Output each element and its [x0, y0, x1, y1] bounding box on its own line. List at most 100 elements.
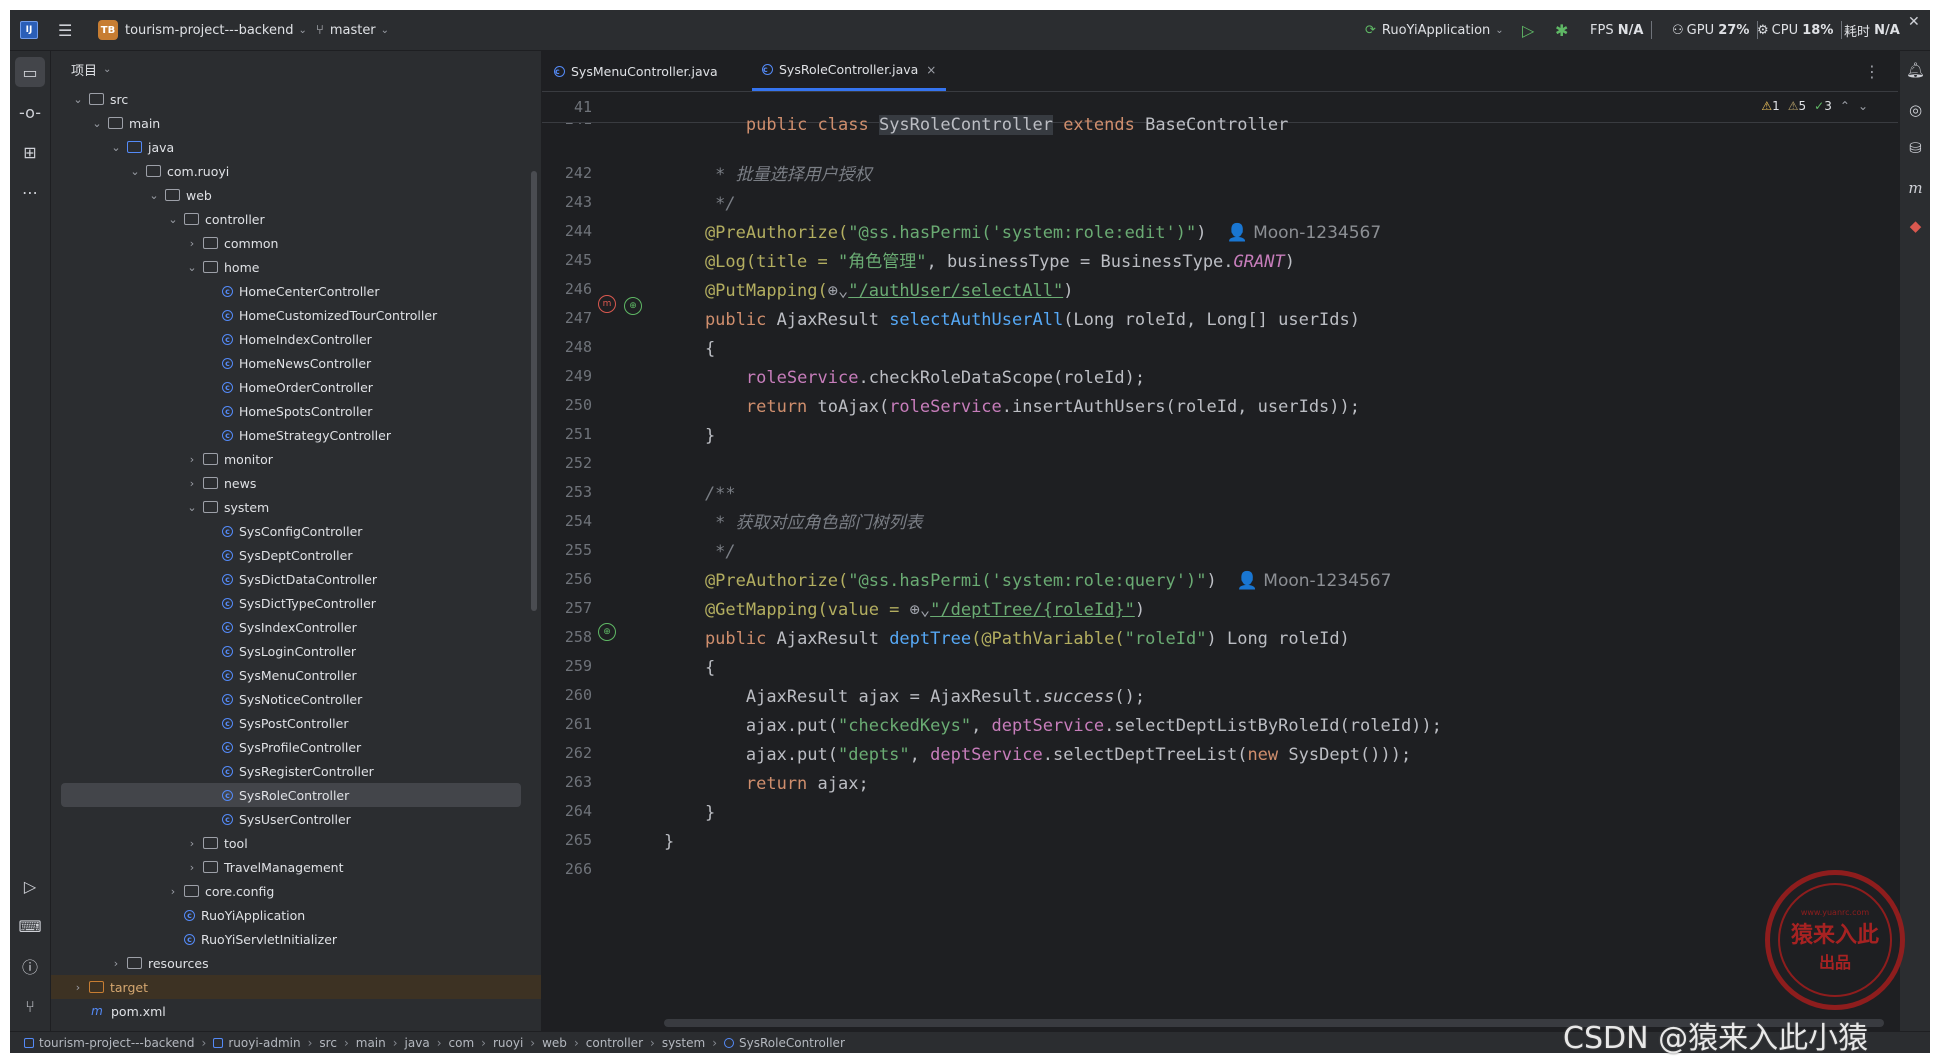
tree-item[interactable]: ⌄ controller [51, 207, 531, 231]
author-hint[interactable]: 👤 Moon-1234567 [1237, 571, 1392, 591]
database-icon[interactable]: ⛁ [1900, 133, 1930, 163]
tree-item[interactable]: ⌄ com.ruoyi [51, 159, 531, 183]
breadcrumb-item[interactable]: com [449, 1036, 475, 1050]
chevron-down-icon[interactable]: ⌄ [1858, 99, 1868, 113]
tree-item[interactable]: c SysDictDataController [51, 567, 531, 591]
endpoint-icon[interactable]: ⊕ [624, 297, 642, 315]
chevron-down-icon[interactable]: ⌄ [185, 261, 199, 274]
git-icon[interactable]: ⑂ [15, 991, 45, 1021]
breadcrumb-item[interactable]: ruoyi-admin [213, 1036, 301, 1050]
code-area[interactable]: * 批量选择用户授权 */ @PreAuthorize("@ss.hasPerm… [664, 123, 1864, 1023]
tree-item[interactable]: c HomeSpotsController [51, 399, 531, 423]
tree-item[interactable]: › tool [51, 831, 531, 855]
project-switcher[interactable]: TB tourism-project---backend ⌄ [98, 10, 307, 50]
tree-item[interactable]: c RuoYiServletInitializer [51, 927, 531, 951]
structure-icon[interactable]: ⊞ [15, 137, 45, 167]
close-window-icon[interactable]: ✕ [1908, 10, 1920, 42]
chevron-right-icon[interactable]: › [71, 981, 85, 994]
tree-item[interactable]: ⌄ main [51, 111, 531, 135]
chevron-down-icon[interactable]: ⌄ [90, 117, 104, 130]
chevron-down-icon[interactable]: ⌄ [128, 165, 142, 178]
tree-item[interactable]: c SysUserController [51, 807, 531, 831]
breadcrumb-item[interactable]: src [319, 1036, 337, 1050]
plugin-icon[interactable]: ◆ [1900, 211, 1930, 241]
tree-item[interactable]: c SysConfigController [51, 519, 531, 543]
breadcrumb-item[interactable]: ruoyi [493, 1036, 523, 1050]
tree-item[interactable]: c SysPostController [51, 711, 531, 735]
tree-item[interactable]: ⌄ home [51, 255, 531, 279]
notifications-icon[interactable]: 🔔︎ [1900, 55, 1930, 85]
services-icon[interactable]: ▷ [15, 871, 45, 901]
chevron-right-icon[interactable]: › [185, 477, 199, 490]
breadcrumb-item[interactable]: web [542, 1036, 567, 1050]
breadcrumb-item[interactable]: tourism-project---backend [24, 1036, 195, 1050]
tree-item[interactable]: ⌄ src [51, 87, 531, 111]
tree-item[interactable]: ⌄ web [51, 183, 531, 207]
run-icon[interactable]: ▷ [1522, 10, 1534, 50]
tree-item[interactable]: › target [51, 975, 541, 999]
tree-item[interactable]: c SysDictTypeController [51, 591, 531, 615]
tree-item[interactable]: c SysRegisterController [51, 759, 531, 783]
main-menu-icon[interactable]: ☰ [58, 10, 72, 50]
more-actions-icon[interactable]: ⋮ [1864, 51, 1880, 91]
chevron-down-icon[interactable]: ⌄ [109, 141, 123, 154]
tree-item[interactable]: c SysMenuController [51, 663, 531, 687]
run-config-selector[interactable]: ⟳ RuoYiApplication ⌄ [1365, 10, 1504, 50]
chevron-right-icon[interactable]: › [185, 453, 199, 466]
chevron-down-icon[interactable]: ⌄ [185, 501, 199, 514]
tree-item[interactable]: c SysNoticeController [51, 687, 531, 711]
tree-item[interactable]: ⌄ system [51, 495, 531, 519]
chevron-up-icon[interactable]: ⌃ [1840, 99, 1850, 113]
author-hint[interactable]: 👤 Moon-1234567 [1226, 223, 1381, 243]
tab-sysrolecontroller[interactable]: c SysRoleController.java × [752, 51, 947, 91]
chevron-right-icon[interactable]: › [166, 885, 180, 898]
tree-item[interactable]: c SysProfileController [51, 735, 531, 759]
tree-item[interactable]: › monitor [51, 447, 531, 471]
tree-item[interactable]: › TravelManagement [51, 855, 531, 879]
more-tools-icon[interactable]: ⋯ [15, 177, 45, 207]
chevron-down-icon[interactable]: ⌄ [166, 213, 180, 226]
tree-scrollbar[interactable] [531, 171, 537, 611]
tree-item[interactable]: ⌄ java [51, 135, 531, 159]
chevron-right-icon[interactable]: › [185, 837, 199, 850]
inspection-widget[interactable]: ⚠1 ⚠5 ✓3 ⌃ ⌄ [1761, 99, 1868, 113]
app-logo-icon[interactable]: IJ [20, 10, 38, 50]
tree-item[interactable]: › news [51, 471, 531, 495]
debug-icon[interactable]: ✱ [1555, 10, 1568, 50]
breadcrumb-item[interactable]: main [356, 1036, 386, 1050]
ai-assistant-icon[interactable]: ◎ [1900, 95, 1930, 125]
project-folder-icon[interactable]: ▭ [15, 57, 45, 87]
tree-item[interactable]: c HomeNewsController [51, 351, 531, 375]
tree-item[interactable]: › resources [51, 951, 531, 975]
commit-icon[interactable]: -o- [15, 97, 45, 127]
chevron-right-icon[interactable]: › [185, 861, 199, 874]
endpoint-icon[interactable]: ⊕ [598, 623, 616, 641]
terminal-icon[interactable]: ⌨ [15, 911, 45, 941]
problems-icon[interactable]: ⓘ [15, 951, 45, 981]
tree-item[interactable]: m pom.xml [51, 999, 531, 1023]
tree-item[interactable]: c HomeCustomizedTourController [51, 303, 531, 327]
branch-switcher[interactable]: ⑂ master ⌄ [316, 10, 389, 50]
tree-item[interactable]: › common [51, 231, 531, 255]
tree-item[interactable]: c HomeOrderController [51, 375, 531, 399]
chevron-right-icon[interactable]: › [109, 957, 123, 970]
tree-item[interactable]: c SysDeptController [51, 543, 531, 567]
breakpoint-icon[interactable]: m [598, 295, 616, 313]
tree-item[interactable]: c SysLoginController [51, 639, 531, 663]
breadcrumb-item[interactable]: system [662, 1036, 705, 1050]
breadcrumb-item[interactable]: controller [586, 1036, 643, 1050]
project-panel-header[interactable]: 项目 ⌄ [51, 51, 541, 87]
breadcrumb-item[interactable]: SysRoleController [724, 1036, 845, 1050]
tree-item[interactable]: c SysIndexController [51, 615, 531, 639]
maven-icon[interactable]: m [1900, 173, 1930, 203]
chevron-down-icon[interactable]: ⌄ [147, 189, 161, 202]
chevron-right-icon[interactable]: › [185, 237, 199, 250]
breadcrumb-item[interactable]: java [405, 1036, 430, 1050]
tree-item[interactable]: › core.config [51, 879, 531, 903]
sticky-scroll-line[interactable]: 41 public class SysRoleController extend… [542, 92, 1898, 135]
tab-sysmenucontroller[interactable]: c SysMenuController.java [554, 51, 718, 91]
tree-item[interactable]: c HomeCenterController [51, 279, 531, 303]
tree-item[interactable]: c HomeStrategyController [51, 423, 531, 447]
chevron-down-icon[interactable]: ⌄ [71, 93, 85, 106]
tree-item[interactable]: c RuoYiApplication [51, 903, 531, 927]
